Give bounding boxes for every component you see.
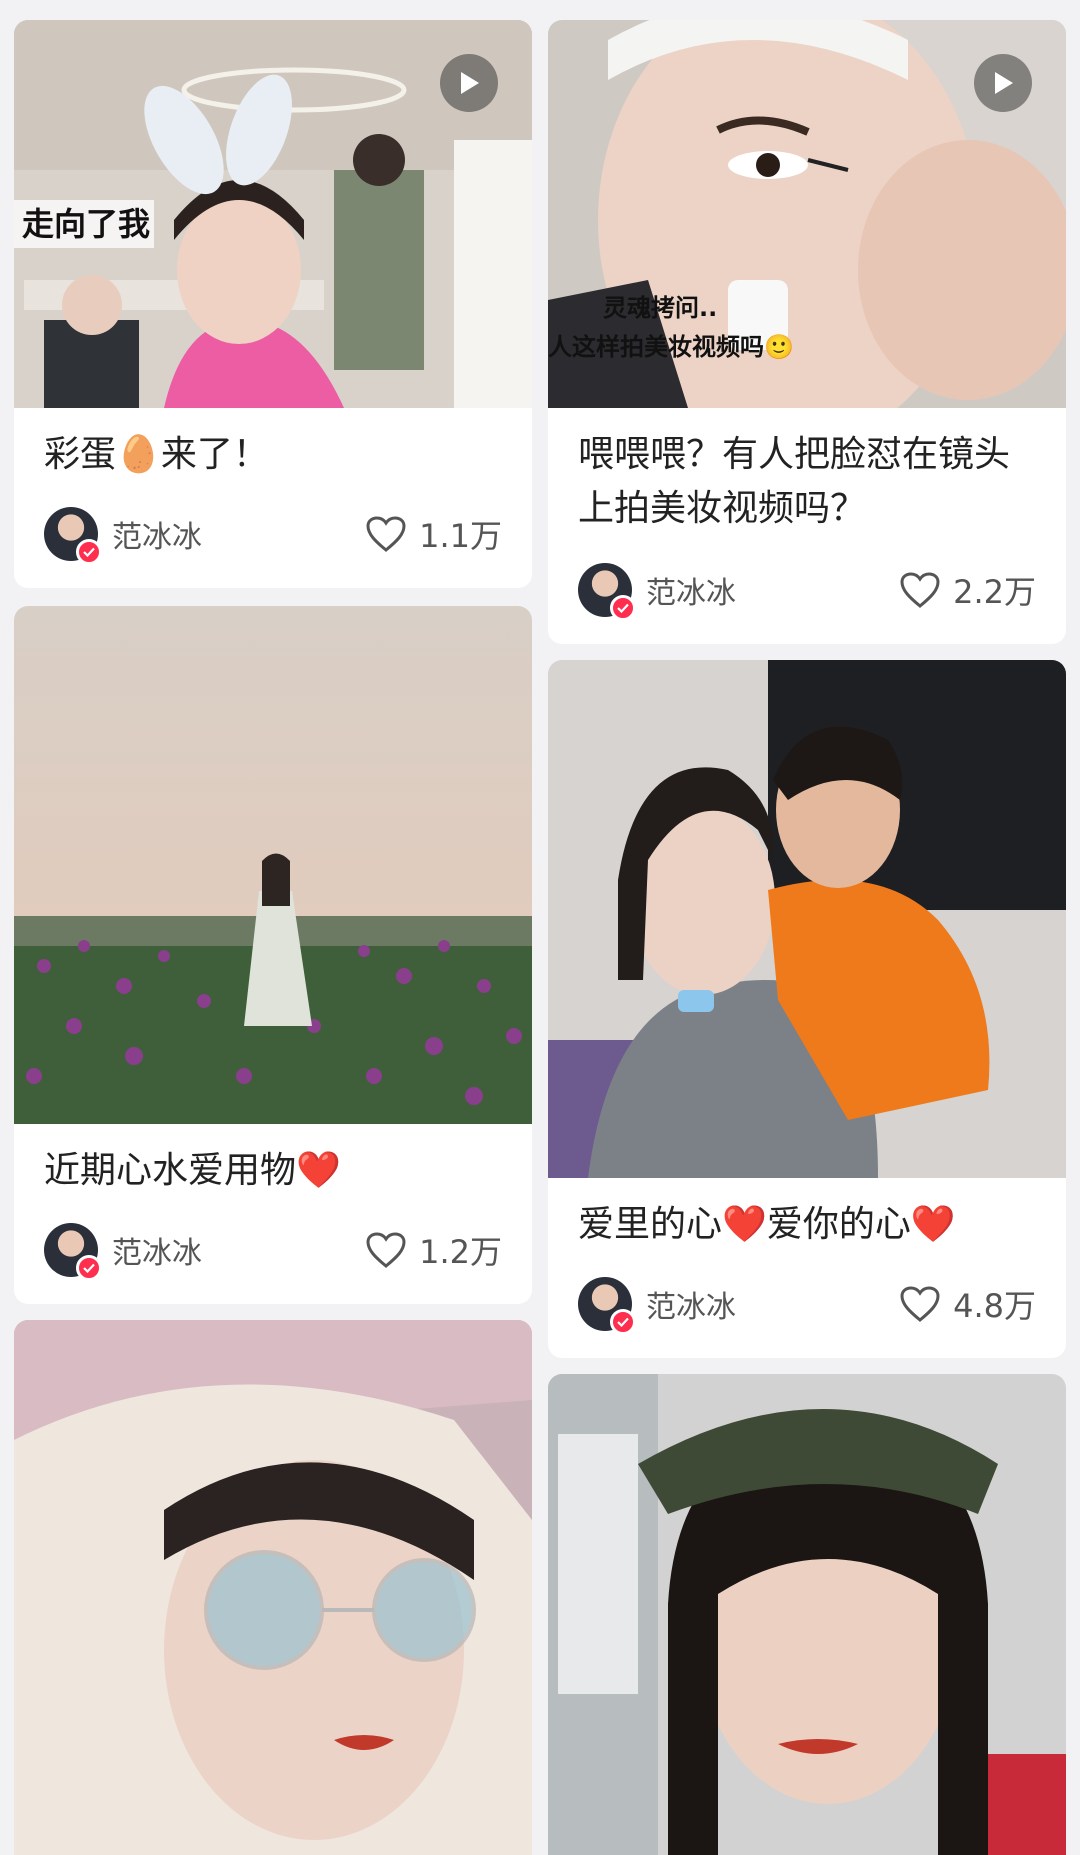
note-cover-image[interactable] — [548, 660, 1066, 1178]
author-name[interactable]: 范冰冰 — [646, 568, 899, 612]
note-meta: 范冰冰 1.1万 — [44, 506, 502, 565]
heart-outline-icon — [366, 1232, 406, 1268]
verified-badge-icon — [610, 1309, 636, 1335]
like-button[interactable]: 4.8万 — [899, 1281, 1036, 1327]
play-icon[interactable] — [440, 54, 498, 112]
heart-outline-icon — [900, 1286, 940, 1322]
cover-image-hooded-selfie — [14, 1320, 532, 1855]
note-cover-image[interactable]: 灵魂拷问.. 人这样拍美妆视频吗🙂 — [548, 20, 1066, 408]
note-title[interactable]: 爱里的心❤️爱你的心❤️ — [548, 1178, 1066, 1252]
avatar[interactable] — [578, 1277, 636, 1335]
like-button[interactable]: 1.1万 — [365, 511, 502, 557]
cover-image-cap-selfie — [548, 1374, 1066, 1855]
note-card[interactable]: 灵魂拷问.. 人这样拍美妆视频吗🙂 喂喂喂？有人把脸怼在镜头上拍美妆视频吗？ 范… — [548, 20, 1066, 644]
note-meta: 范冰冰 1.2万 — [44, 1222, 502, 1281]
note-cover-image[interactable]: 走向了我 — [14, 20, 532, 408]
verified-badge-icon — [610, 595, 636, 621]
note-title[interactable]: 彩蛋🥚来了！ — [14, 408, 532, 482]
note-cover-image[interactable] — [548, 1374, 1066, 1855]
note-title[interactable]: 近期心水爱用物❤️ — [14, 1124, 532, 1198]
like-count: 1.1万 — [419, 517, 502, 555]
note-card[interactable]: 近期心水爱用物❤️ 范冰冰 1.2万 — [14, 606, 532, 1304]
waterfall-feed: 走向了我 彩蛋🥚来了！ 范冰冰 1.1万 灵魂拷问.. 人这样拍美妆视频吗🙂 喂… — [0, 0, 1080, 1855]
note-card[interactable]: 走向了我 彩蛋🥚来了！ 范冰冰 1.1万 — [14, 20, 532, 588]
note-meta: 范冰冰 2.2万 — [578, 562, 1036, 621]
note-card[interactable] — [14, 1320, 532, 1855]
overlay-caption: 走向了我 — [22, 205, 150, 243]
note-cover-image[interactable] — [14, 606, 532, 1124]
play-icon[interactable] — [974, 54, 1032, 112]
like-count: 4.8万 — [953, 1287, 1036, 1325]
like-count: 2.2万 — [953, 573, 1036, 611]
avatar[interactable] — [578, 563, 636, 621]
note-card[interactable] — [548, 1374, 1066, 1855]
note-meta: 范冰冰 4.8万 — [578, 1276, 1036, 1335]
author-name[interactable]: 范冰冰 — [112, 1228, 365, 1272]
note-card[interactable]: 爱里的心❤️爱你的心❤️ 范冰冰 4.8万 — [548, 660, 1066, 1358]
like-button[interactable]: 1.2万 — [365, 1227, 502, 1273]
heart-outline-icon — [900, 572, 940, 608]
like-count: 1.2万 — [419, 1233, 502, 1271]
avatar[interactable] — [44, 507, 102, 565]
overlay-caption-line-1: 灵魂拷问.. — [603, 294, 717, 322]
avatar[interactable] — [44, 1223, 102, 1281]
author-name[interactable]: 范冰冰 — [646, 1282, 899, 1326]
cover-image-mother-and-son — [548, 660, 1066, 1178]
like-button[interactable]: 2.2万 — [899, 567, 1036, 613]
overlay-caption-line-2: 人这样拍美妆视频吗🙂 — [548, 333, 794, 361]
cover-image-flower-field — [14, 606, 532, 1124]
verified-badge-icon — [76, 1255, 102, 1281]
author-name[interactable]: 范冰冰 — [112, 512, 365, 556]
note-cover-image[interactable] — [14, 1320, 532, 1855]
note-title[interactable]: 喂喂喂？有人把脸怼在镜头上拍美妆视频吗？ — [548, 408, 1066, 536]
heart-outline-icon — [366, 516, 406, 552]
verified-badge-icon — [76, 539, 102, 565]
